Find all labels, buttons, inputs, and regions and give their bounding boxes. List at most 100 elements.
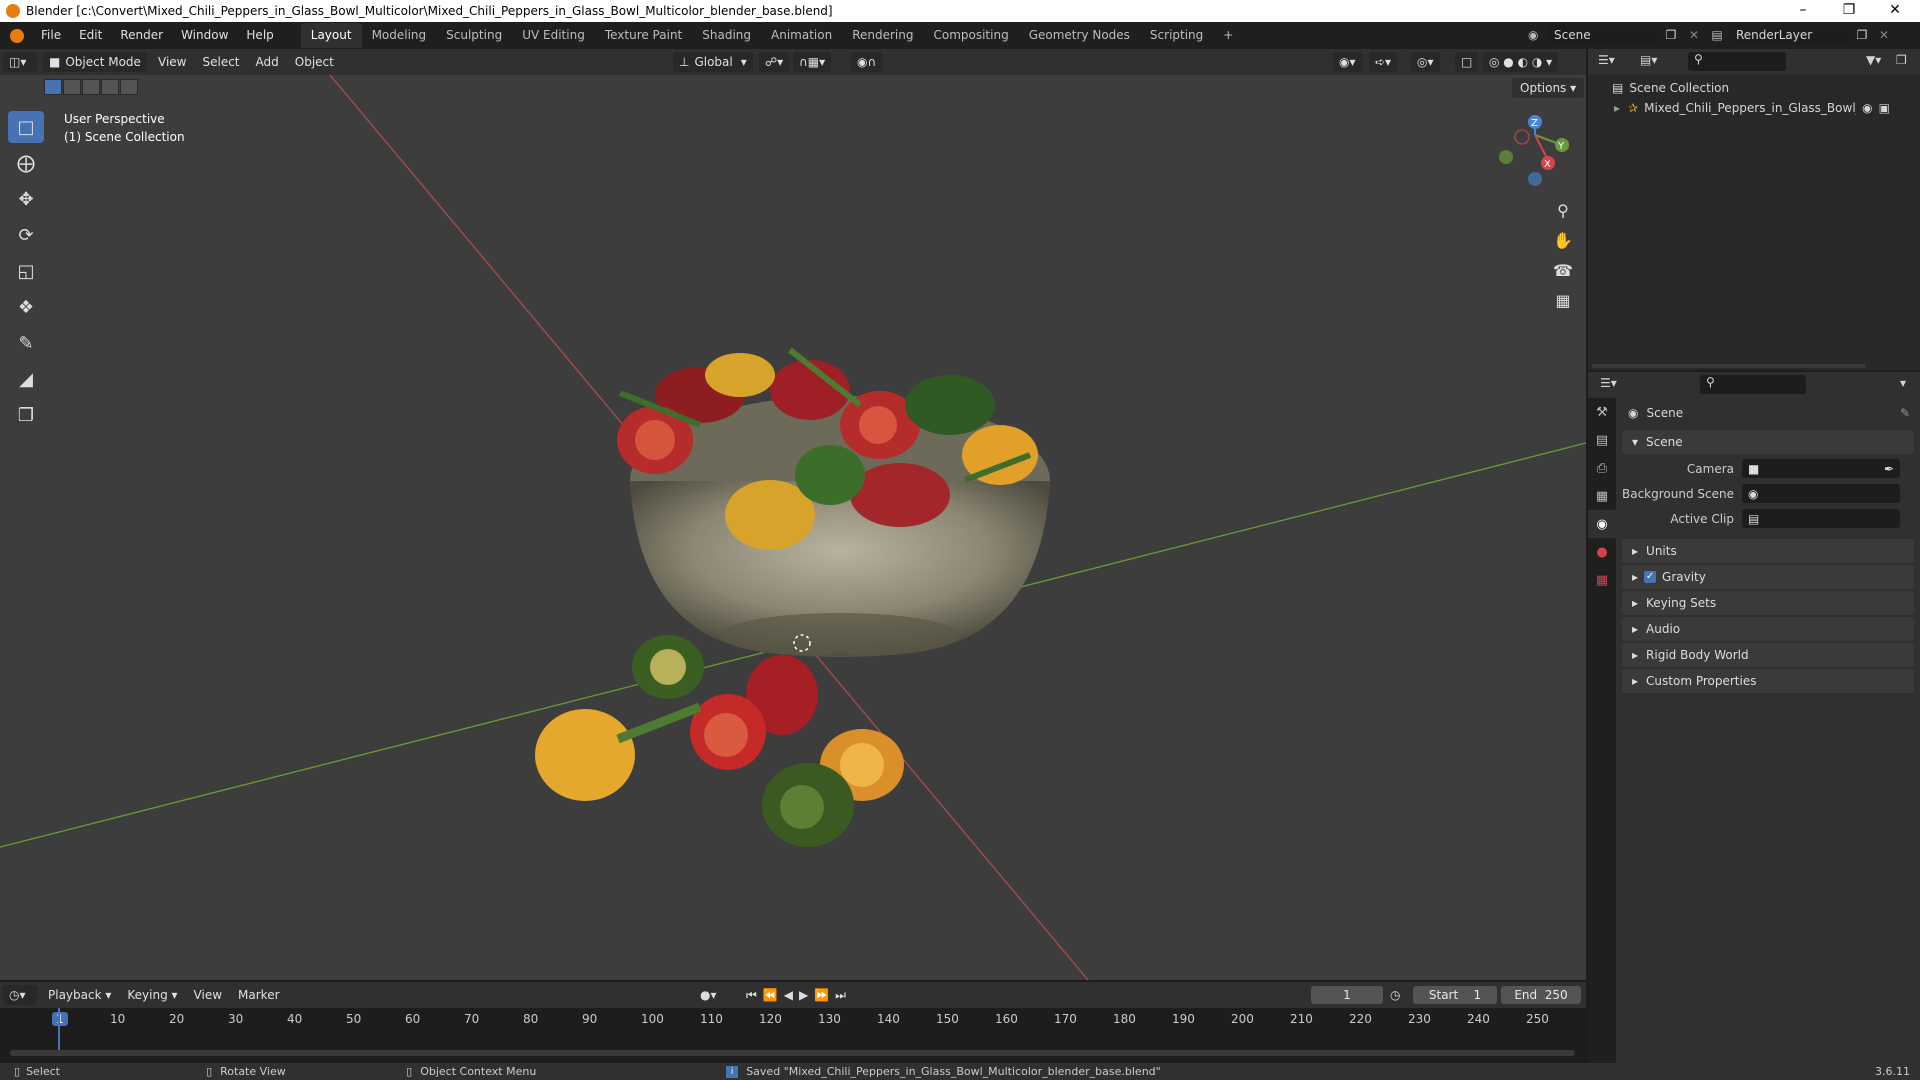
menu-render[interactable]: Render <box>111 22 172 49</box>
render-layer-selector[interactable]: RenderLayer <box>1730 25 1850 45</box>
annotate-icon[interactable]: ✎ <box>8 327 44 359</box>
playback-controls[interactable]: ⏮⏪◀▶⏩⏭ <box>746 988 852 1003</box>
end-frame-field[interactable]: End 250 <box>1501 986 1581 1004</box>
zoom-icon[interactable]: ⚲ <box>1548 195 1578 225</box>
editor-type-icon[interactable]: ◫▾ <box>3 52 37 72</box>
panel-gravity[interactable]: ▸ ✓ Gravity <box>1622 565 1914 589</box>
cursor-icon[interactable]: ⨁ <box>8 147 44 179</box>
display-mode-icon[interactable]: ▤▾ <box>1640 53 1657 67</box>
render-tab-icon[interactable]: ▤ <box>1588 426 1616 454</box>
world-tab-icon[interactable]: ● <box>1588 538 1616 566</box>
rotate-icon[interactable]: ⟳ <box>8 219 44 251</box>
outliner-scrollbar[interactable] <box>1592 364 1866 368</box>
close-icon[interactable]: ✕ <box>1872 0 1918 22</box>
visibility-icon[interactable]: ◉▾ <box>1333 52 1362 72</box>
overlays-icon[interactable]: ◎▾ <box>1411 52 1440 72</box>
tab-animation[interactable]: Animation <box>761 23 842 48</box>
tab-sculpting[interactable]: Sculpting <box>436 23 512 48</box>
filter-icon[interactable]: ▼▾ <box>1866 53 1881 67</box>
maximize-icon[interactable]: ❐ <box>1826 0 1872 22</box>
scene-selector[interactable]: Scene <box>1548 25 1658 45</box>
menu-keying[interactable]: Keying ▾ <box>119 988 185 1002</box>
tab-texture-paint[interactable]: Texture Paint <box>595 23 692 48</box>
new-collection-icon[interactable]: ❐ <box>1896 53 1907 67</box>
tab-geometry-nodes[interactable]: Geometry Nodes <box>1019 23 1140 48</box>
tab-rendering[interactable]: Rendering <box>842 23 923 48</box>
shading-modes[interactable]: ◎ ● ◐ ◑ ▾ <box>1483 52 1559 72</box>
timeline-editor-icon[interactable]: ◷▾ <box>3 985 37 1005</box>
measure-icon[interactable]: ◢ <box>8 363 44 395</box>
eyedropper-icon[interactable]: ✒ <box>1884 462 1894 476</box>
outliner-editor-icon[interactable]: ☰▾ <box>1598 53 1615 67</box>
xray-icon[interactable]: □ <box>1455 52 1479 72</box>
menu-marker[interactable]: Marker <box>230 988 287 1002</box>
minimize-icon[interactable]: – <box>1780 0 1826 22</box>
pivot-icon[interactable]: ☍▾ <box>759 52 790 72</box>
render-camera-icon[interactable]: ▣ <box>1879 101 1890 115</box>
tab-uv-editing[interactable]: UV Editing <box>512 23 595 48</box>
new-scene-icon[interactable]: ❐ <box>1658 28 1684 42</box>
panel-scene[interactable]: ▾ Scene <box>1622 430 1914 454</box>
menu-help[interactable]: Help <box>237 22 282 49</box>
select-invert-icon[interactable] <box>101 79 119 95</box>
tab-compositing[interactable]: Compositing <box>923 23 1018 48</box>
pin-icon[interactable]: ✎ <box>1900 406 1910 420</box>
snap-icon[interactable]: ∩▦▾ <box>793 52 832 72</box>
playhead[interactable] <box>58 1008 60 1052</box>
pan-hand-icon[interactable]: ✋ <box>1548 225 1578 255</box>
ortho-grid-icon[interactable]: ▦ <box>1548 285 1578 315</box>
view-layer-tab-icon[interactable]: ▦ <box>1588 482 1616 510</box>
outliner-search-input[interactable]: ⚲ <box>1688 52 1786 71</box>
select-intersect-icon[interactable] <box>120 79 138 95</box>
add-workspace-button[interactable]: + <box>1213 23 1243 48</box>
mode-selector[interactable]: ■ Object Mode <box>43 52 147 72</box>
tab-scripting[interactable]: Scripting <box>1140 23 1213 48</box>
delete-layer-icon[interactable]: ✕ <box>1874 28 1894 42</box>
timeline[interactable]: 1102030405060708090100110120130140150160… <box>0 1008 1586 1064</box>
select-extend-icon[interactable] <box>63 79 81 95</box>
texture-tab-icon[interactable]: ▦ <box>1588 566 1616 594</box>
proportional-edit-icon[interactable]: ◉∩ <box>851 52 883 72</box>
menu-timeline-view[interactable]: View <box>186 988 230 1002</box>
chevron-down-icon[interactable]: ▾ <box>1900 376 1906 390</box>
blender-menu-icon[interactable] <box>10 28 24 43</box>
tab-shading[interactable]: Shading <box>692 23 761 48</box>
gizmo-toggle-icon[interactable]: ➪▾ <box>1369 52 1398 72</box>
tab-layout[interactable]: Layout <box>300 23 362 48</box>
camera-field[interactable]: ■ ✒ <box>1742 459 1900 478</box>
record-icon[interactable]: ●▾ <box>700 988 717 1002</box>
panel-units[interactable]: ▸ Units <box>1622 539 1914 563</box>
menu-playback[interactable]: Playback ▾ <box>40 988 119 1002</box>
menu-window[interactable]: Window <box>172 22 237 49</box>
move-icon[interactable]: ✥ <box>8 183 44 215</box>
start-frame-field[interactable]: Start 1 <box>1413 986 1497 1004</box>
select-subtract-icon[interactable] <box>82 79 100 95</box>
background-scene-field[interactable]: ◉ <box>1742 484 1900 503</box>
current-frame-field[interactable]: 1 <box>1311 986 1383 1004</box>
select-box-icon[interactable]: □ <box>8 111 44 143</box>
properties-editor-icon[interactable]: ☰▾ <box>1600 376 1617 390</box>
scene-tab-icon[interactable]: ◉ <box>1588 510 1616 538</box>
outliner-item[interactable]: ▸ ✰ Mixed_Chili_Peppers_in_Glass_Bowl_Mu… <box>1614 99 1914 117</box>
panel-rigid-body-world[interactable]: ▸ Rigid Body World <box>1622 643 1914 667</box>
panel-custom-properties[interactable]: ▸ Custom Properties <box>1622 669 1914 693</box>
tab-modeling[interactable]: Modeling <box>362 23 437 48</box>
scene-collection-label[interactable]: Scene Collection <box>1629 81 1729 95</box>
active-clip-field[interactable]: ▤ <box>1742 509 1900 528</box>
menu-edit[interactable]: Edit <box>70 22 111 49</box>
properties-search-input[interactable]: ⚲ <box>1700 375 1806 394</box>
visibility-eye-icon[interactable]: ◉ <box>1862 101 1872 115</box>
gravity-checkbox[interactable]: ✓ <box>1644 571 1657 583</box>
menu-add[interactable]: Add <box>248 55 287 69</box>
timeline-scrollbar[interactable] <box>10 1050 1575 1056</box>
scale-icon[interactable]: ◱ <box>8 255 44 287</box>
menu-select[interactable]: Select <box>194 55 247 69</box>
new-layer-icon[interactable]: ❐ <box>1850 28 1874 42</box>
panel-keying-sets[interactable]: ▸ Keying Sets <box>1622 591 1914 615</box>
select-new-icon[interactable] <box>44 79 62 95</box>
menu-view[interactable]: View <box>150 55 194 69</box>
delete-scene-icon[interactable]: ✕ <box>1684 28 1704 42</box>
panel-audio[interactable]: ▸ Audio <box>1622 617 1914 641</box>
orientation-selector[interactable]: ⊥ Global ▾ <box>673 52 753 72</box>
options-button[interactable]: Options ▾ <box>1512 78 1585 98</box>
